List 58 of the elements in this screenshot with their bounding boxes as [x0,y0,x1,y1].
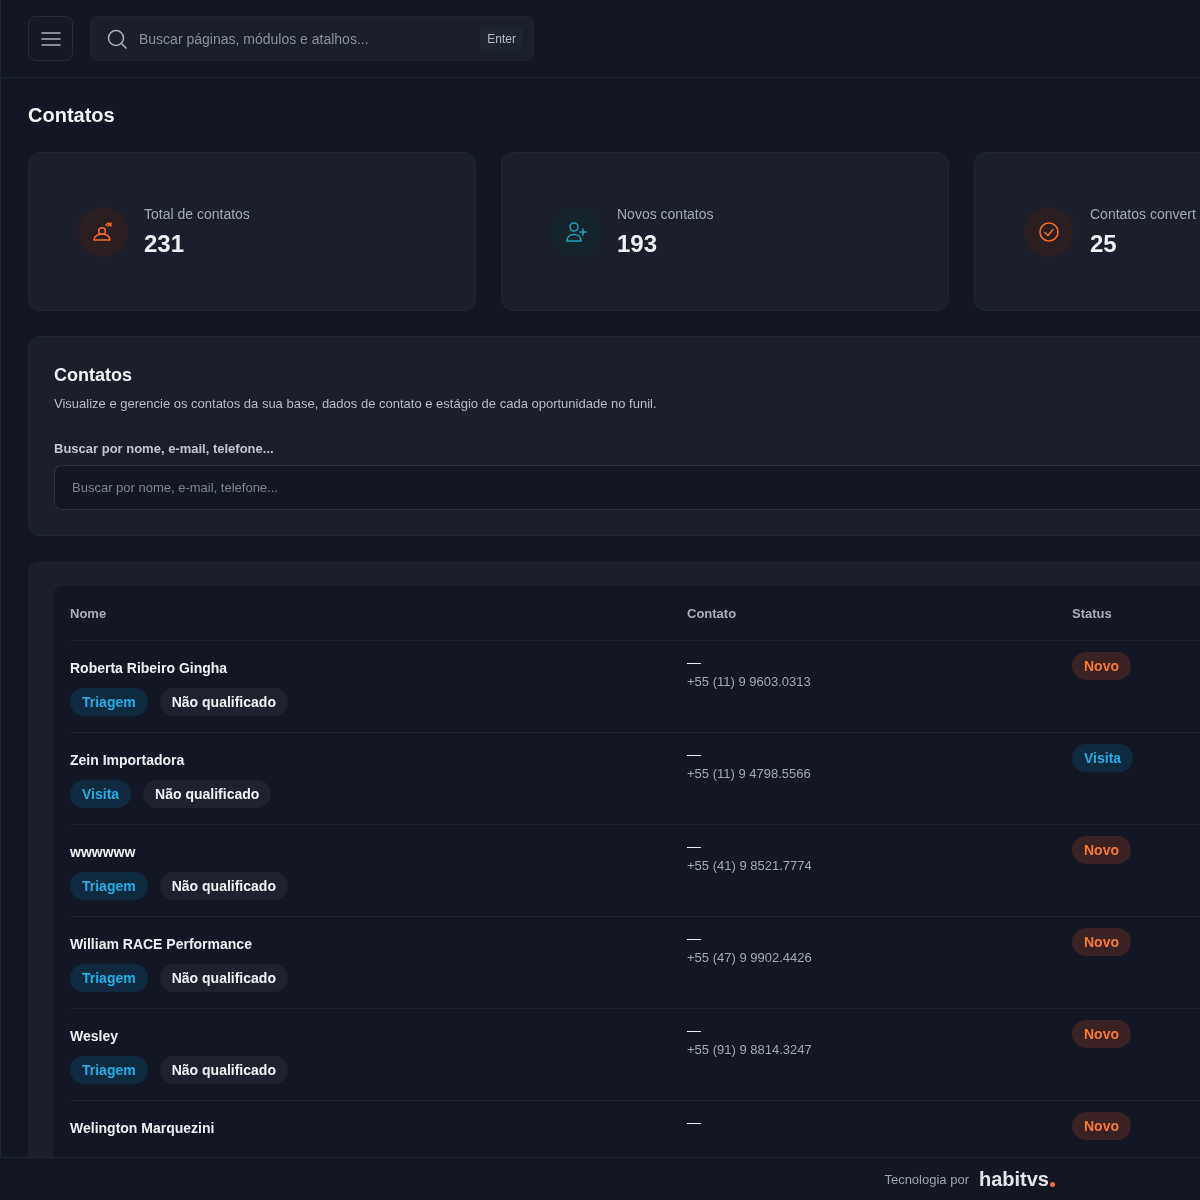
tag: Não qualificado [159,872,288,900]
tag: Triagem [70,964,148,992]
person-with-arrows-icon [91,219,115,244]
stat-value: 25 [1090,229,1117,258]
page-title: Contatos [28,104,115,127]
status-badge: Visita [1072,744,1134,772]
tag: Visita [70,780,132,808]
footer-text: Tecnologia por [884,1171,969,1187]
shortcut-key-hint: Enter [480,26,523,51]
email-text: — [687,1022,701,1038]
menu-button[interactable] [28,16,73,61]
brand-logo: habitvs [978,1167,1055,1191]
column-header: Contato [687,605,737,621]
status-badge: Novo [1072,652,1131,680]
tag: Triagem [70,688,148,716]
stat-label: Novos contatos [617,205,714,222]
panel-description: Visualize e gerencie os contatos da sua base, dados de contato e estágio de cada oportunidade no funil. [54,396,657,411]
status-badge: Novo [1072,836,1131,864]
tag: Não qualificado [143,780,272,808]
search-icon [107,28,127,49]
email-text: — [687,746,701,762]
status-badge: Novo [1072,1112,1131,1140]
column-header: Nome [70,605,107,621]
tag: Não qualificado [159,688,288,716]
panel-title: Contatos [54,365,132,386]
contact-name: Roberta Ribeiro Gingha [70,660,228,676]
tag: Não qualificado [159,964,288,992]
search-bar[interactable]: Buscar páginas, módulos e atalhos... Enter [90,16,534,61]
status-badge: Novo [1072,928,1131,956]
contact-name: Welington Marquezini [70,1120,215,1136]
phone-number: +55 (11) 9 4798.5566 [687,766,811,781]
contact-name: wwwwww [70,844,136,860]
stat-value: 231 [144,229,185,258]
search-field[interactable]: Buscar páginas, módulos e atalhos... [139,30,469,47]
search-field[interactable]: Buscar por nome, e-mail, telefone... [54,465,1200,510]
stat-label: Contatos convert [1090,205,1196,222]
add-user-icon [564,219,588,244]
status-badge: Novo [1072,1020,1131,1048]
check-circle-icon [1037,219,1061,244]
email-text: — [687,838,701,854]
stat-value: 193 [617,229,658,258]
menu-icon [40,30,61,47]
tag: Não qualificado [159,1056,288,1084]
email-text: — [687,930,701,946]
phone-number: +55 (91) 9 8814.3247 [687,1042,812,1057]
phone-number: +55 (41) 9 8521.7774 [687,858,812,873]
field-label: Buscar por nome, e-mail, telefone... [54,441,274,456]
tag: Triagem [70,1056,148,1084]
phone-number: +55 (47) 9 9902.4426 [687,950,812,965]
tag: Triagem [70,872,148,900]
contact-name: Wesley [70,1028,118,1044]
column-header: Status [1072,605,1112,621]
stat-label: Total de contatos [144,205,250,222]
phone-number: +55 (11) 9 9603.0313 [687,674,811,689]
email-text: — [687,654,701,670]
contact-name: William RACE Performance [70,936,252,952]
contact-name: Zein Importadora [70,752,185,768]
email-text: — [687,1114,701,1130]
